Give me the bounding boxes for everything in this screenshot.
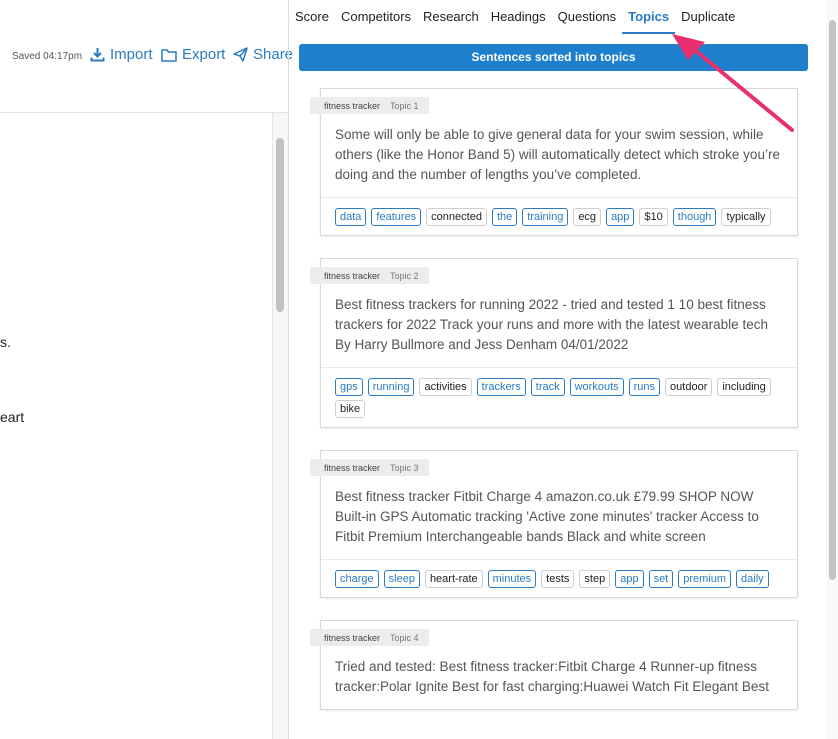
keyword-chip[interactable]: track [530,378,565,396]
send-icon [233,47,248,62]
keyword-chip[interactable]: features [371,208,422,226]
tab-competitors[interactable]: Competitors [335,0,417,34]
topic-keyword: fitness tracker [324,632,381,643]
tab-research[interactable]: Research [417,0,485,34]
editor-text-fragment: s. [0,334,11,350]
keyword-chip[interactable]: sleep [383,570,420,588]
keyword-list: charge sleep heart-rate minutes tests step app… [321,560,797,597]
import-label: Import [110,46,153,63]
keyword-chip[interactable]: data [335,208,367,226]
keyword-chip[interactable]: ecg [573,208,602,226]
topic-card: fitness tracker Topic 1 Some will only be … [310,88,798,236]
editor-scrollbar-thumb[interactable] [276,138,284,312]
keyword-chip[interactable]: charge [335,570,379,588]
keyword-chip[interactable]: workouts [569,378,624,396]
topic-tag: fitness tracker Topic 1 [310,97,429,114]
keyword-chip[interactable]: runs [628,378,661,396]
export-label: Export [182,46,226,63]
topic-number: Topic 4 [390,632,419,643]
keyword-chip[interactable]: heart-rate [424,570,483,588]
keyword-chip[interactable]: bike [335,400,366,418]
keyword-chip[interactable]: trackers [476,378,526,396]
keyword-chip[interactable]: running [367,378,415,396]
side-panel: Score Competitors Research Headings Ques… [289,0,838,739]
keyword-chip[interactable]: typically [721,208,771,226]
import-button[interactable]: Import [90,46,153,63]
keyword-list: data features connected the training ecg app $1… [321,198,797,235]
keyword-chip[interactable]: connected [426,208,487,226]
topic-keyword: fitness tracker [324,100,381,111]
tab-bar: Score Competitors Research Headings Ques… [289,0,741,34]
topic-card: fitness tracker Topic 3 Best fitness track… [310,450,798,598]
export-button[interactable]: Export [161,46,225,63]
topic-tag: fitness tracker Topic 4 [310,629,429,646]
topic-card-list: fitness tracker Topic 1 Some will only be … [310,88,798,732]
keyword-chip[interactable]: set [648,570,674,588]
keyword-chip[interactable]: app [615,570,644,588]
tab-score[interactable]: Score [289,0,335,34]
share-button[interactable]: Share [233,46,293,63]
editor-top-border [0,112,288,113]
editor-text-fragment: eart [0,409,25,425]
editor-pane: Saved 04:17pm Import Export Share s. ear… [0,0,293,739]
keyword-chip[interactable]: outdoor [665,378,713,396]
topic-card: fitness tracker Topic 2 Best fitness track… [310,258,798,428]
saved-status: Saved 04:17pm [12,51,83,62]
keyword-chip[interactable]: training [522,208,569,226]
keyword-list: gps running activities trackers track workout… [321,368,797,427]
tab-headings[interactable]: Headings [485,0,552,34]
tab-duplicate[interactable]: Duplicate [675,0,741,34]
topic-keyword: fitness tracker [324,462,381,473]
topic-tag: fitness tracker Topic 3 [310,459,429,476]
page-scrollbar-thumb[interactable] [829,20,836,580]
keyword-chip[interactable]: the [491,208,518,226]
topics-banner: Sentences sorted into topics [299,44,808,71]
tab-topics[interactable]: Topics [622,0,676,34]
keyword-chip[interactable]: minutes [487,570,537,588]
keyword-chip[interactable]: app [606,208,635,226]
keyword-chip[interactable]: including [717,378,771,396]
keyword-chip[interactable]: daily [736,570,769,588]
keyword-chip[interactable]: tests [541,570,575,588]
keyword-chip[interactable]: activities [419,378,472,396]
download-icon [90,47,105,62]
keyword-chip[interactable]: premium [678,570,732,588]
keyword-chip[interactable]: $10 [639,208,668,226]
tab-questions[interactable]: Questions [552,0,623,34]
topic-number: Topic 3 [390,462,419,473]
keyword-chip[interactable]: gps [335,378,363,396]
topic-number: Topic 1 [390,100,419,111]
topic-card: fitness tracker Topic 4 Tried and tested: … [310,620,798,710]
topic-tag: fitness tracker Topic 2 [310,267,429,284]
keyword-chip[interactable]: step [579,570,611,588]
keyword-chip[interactable]: though [672,208,717,226]
folder-icon [161,48,177,62]
topic-keyword: fitness tracker [324,270,381,281]
topic-number: Topic 2 [390,270,419,281]
